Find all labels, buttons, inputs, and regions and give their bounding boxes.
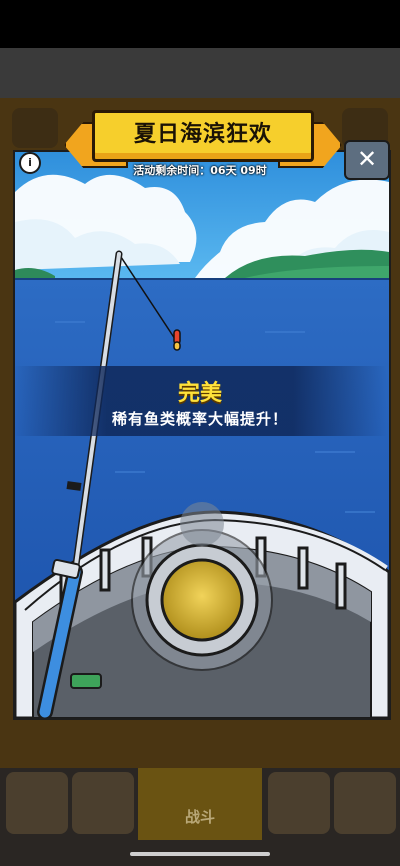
nav-item-battle[interactable] [138,768,262,840]
nav-item-cards[interactable] [334,772,396,834]
home-indicator [130,852,270,856]
reel-knob [180,502,224,546]
close-button[interactable]: ✕ [344,140,390,180]
reel-button [160,558,244,642]
result-grade: 完美 [177,381,222,406]
menu-button[interactable] [12,108,58,148]
status-bar-area [0,0,400,48]
nav-item-equipment[interactable] [72,772,134,834]
event-title: 夏日海滨狂欢 [133,122,272,147]
top-bar [0,48,400,98]
result-message: 稀有鱼类概率大幅提升！ [111,410,288,428]
nav-item-pets[interactable] [268,772,330,834]
event-timer: 活动剩余时间：06天 09时 [133,164,267,177]
info-icon[interactable]: i [19,152,41,174]
nav-battle-label: 战斗 [184,808,215,826]
nav-item-shop[interactable] [6,772,68,834]
bobber [173,329,181,351]
